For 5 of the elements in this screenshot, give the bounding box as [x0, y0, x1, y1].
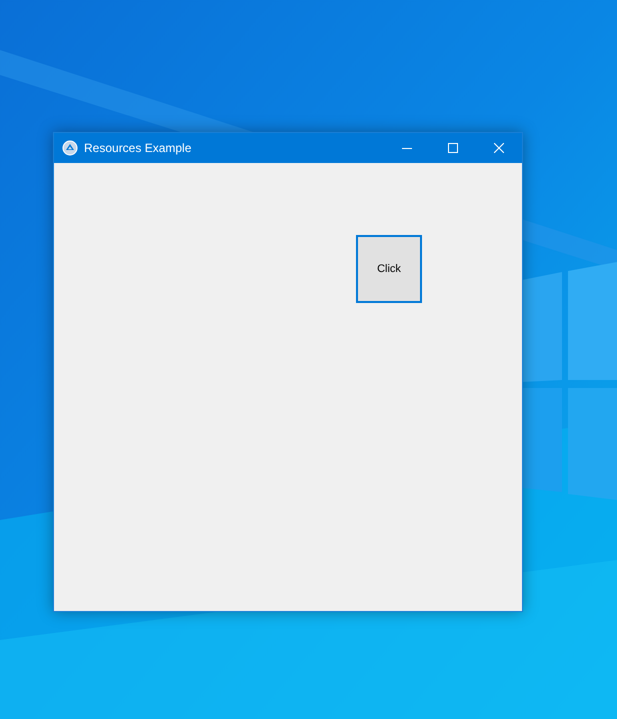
maximize-icon: [448, 143, 458, 153]
window-title: Resources Example: [84, 140, 192, 157]
app-logo-icon: [62, 140, 78, 156]
click-button[interactable]: Click: [356, 235, 422, 303]
close-icon: [494, 143, 504, 153]
